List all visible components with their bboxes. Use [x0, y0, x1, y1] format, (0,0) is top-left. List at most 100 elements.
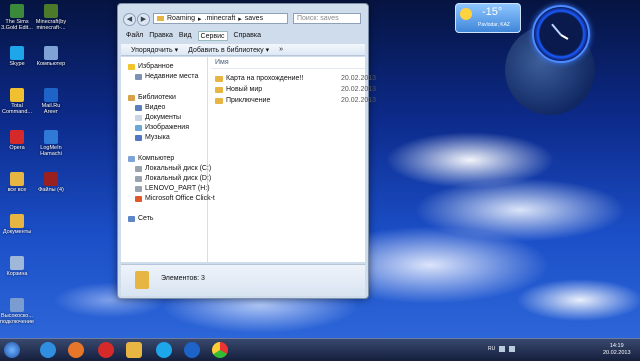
nav-office[interactable]: Microsoft Office Click-t [135, 195, 215, 202]
column-header-name[interactable]: Имя [211, 59, 365, 69]
nav-libraries[interactable]: Библиотеки [128, 94, 176, 101]
desktop-shortcut-label: Корзина [6, 271, 28, 277]
menu-tools[interactable]: Сервис [197, 31, 228, 41]
desktop-shortcut[interactable]: Высокоско... подключение [0, 298, 34, 325]
weather-gadget[interactable]: -15° Pavlodar, KAZ [455, 3, 521, 33]
organize-button[interactable]: Упорядочить ▾ [131, 46, 178, 54]
clock-hand-icon [560, 34, 569, 40]
menu-bar: Файл Правка Вид Сервис Справка [121, 31, 370, 41]
desktop-shortcut-label: LogMeIn Hamachi [40, 145, 62, 157]
desktop-shortcut-label: Opera [9, 145, 25, 151]
desktop-shortcut[interactable]: Total Command... [0, 88, 34, 115]
volume-tray-icon[interactable] [509, 346, 516, 352]
folder-icon [215, 75, 223, 82]
nav-disk-d[interactable]: Локальный диск (D:) [135, 175, 211, 182]
desktop-shortcut[interactable]: Компьютер [34, 46, 68, 67]
ie-taskbar-icon[interactable] [40, 342, 56, 358]
desktop-shortcut-label: Skype [9, 61, 25, 67]
media-player-taskbar-icon[interactable] [68, 342, 84, 358]
opera-taskbar-icon[interactable] [98, 342, 114, 358]
desktop-shortcut-label: Высокоско... подключение [0, 313, 34, 325]
office-icon [135, 195, 142, 202]
skype-taskbar-icon[interactable] [156, 342, 172, 358]
clock-gadget[interactable] [532, 5, 590, 63]
desktop-shortcut-label: все все [7, 187, 27, 193]
command-bar: Упорядочить ▾ Добавить в библиотеку ▾ » [121, 44, 365, 56]
video-icon [135, 104, 142, 111]
chrome-taskbar-icon[interactable] [212, 342, 228, 358]
images-icon [135, 124, 142, 131]
desktop-shortcut-label: Документы [2, 229, 32, 235]
mailru-taskbar-icon[interactable] [184, 342, 200, 358]
nav-images[interactable]: Изображения [135, 124, 189, 131]
navigation-pane: Избранное Недавние места Библиотеки Виде… [121, 57, 215, 262]
desktop-shortcut[interactable]: Opera [0, 130, 34, 151]
path-breadcrumb[interactable]: Roaming ▸ .minecraft ▸ saves [153, 13, 288, 24]
library-icon [128, 94, 135, 101]
desktop-shortcut[interactable]: Skype [0, 46, 34, 67]
breadcrumb-item[interactable]: Roaming [167, 15, 195, 22]
add-to-library-button[interactable]: Добавить в библиотеку ▾ [188, 46, 269, 54]
desktop-shortcut-label: Total Command... [2, 103, 32, 115]
opera-icon [10, 130, 24, 144]
desktop-shortcut[interactable]: Mail.Ru Агент [34, 88, 68, 115]
language-indicator[interactable]: RU [488, 346, 495, 352]
desktop-shortcut[interactable]: все все [0, 172, 34, 193]
hamachi-icon [44, 130, 58, 144]
file-list: Имя Карта на прохождение!! 20.02.2013 Но… [211, 57, 376, 262]
taskbar-clock[interactable]: 14:19 20.02.2013 [603, 343, 631, 357]
window-content: Избранное Недавние места Библиотеки Виде… [121, 57, 376, 262]
desktop-shortcut-label: Minecraft(by minecraft-... [35, 19, 67, 31]
documents-icon [135, 114, 142, 121]
menu-file[interactable]: Файл [126, 31, 143, 41]
menu-view[interactable]: Вид [179, 31, 192, 41]
star-icon [128, 63, 135, 70]
search-input[interactable]: Поиск: saves [293, 13, 361, 24]
explorer-window[interactable]: ◀ ▶ Roaming ▸ .minecraft ▸ saves Поиск: … [117, 3, 376, 299]
nav-network[interactable]: Сеть [128, 215, 154, 222]
network-icon [10, 298, 24, 312]
breadcrumb-item[interactable]: saves [245, 15, 263, 22]
nav-favorites[interactable]: Избранное [128, 63, 173, 70]
disk-icon [135, 165, 142, 172]
disk-icon [135, 185, 142, 192]
total-commander-icon [10, 88, 24, 102]
network-tray-icon[interactable] [499, 346, 506, 352]
desktop-shortcut[interactable]: Minecraft(by minecraft-... [34, 4, 68, 31]
desktop-shortcut-label: Mail.Ru Агент [41, 103, 61, 115]
files-icon [44, 172, 58, 186]
nav-computer[interactable]: Компьютер [128, 155, 174, 162]
minecraft-icon [44, 4, 58, 18]
breadcrumb-item[interactable]: .minecraft [205, 15, 236, 22]
nav-video[interactable]: Видео [135, 104, 165, 111]
desktop-shortcut[interactable]: Корзина [0, 256, 34, 277]
item-count: Элементов: 3 [161, 275, 205, 282]
desktop-shortcut[interactable]: LogMeIn Hamachi [34, 130, 68, 157]
folder-icon [135, 271, 149, 289]
file-row[interactable]: Новый мир [215, 86, 262, 93]
weather-sun-icon [460, 8, 472, 20]
desktop-shortcut-label: The Sims 3.Gold Edit... [1, 19, 33, 31]
weather-temperature: -15° [482, 6, 503, 18]
desktop-shortcut[interactable]: Файлы (4) [34, 172, 68, 193]
nav-music[interactable]: Музыка [135, 134, 170, 141]
explorer-taskbar-icon[interactable] [126, 342, 142, 358]
nav-recent[interactable]: Недавние места [135, 73, 198, 80]
nav-lenovo[interactable]: LENOVO_PART (H:) [135, 185, 210, 192]
back-button[interactable]: ◀ [123, 13, 136, 26]
file-row[interactable]: Карта на прохождение!! [215, 75, 303, 82]
nav-disk-c[interactable]: Локальный диск (C:) [135, 165, 211, 172]
nav-documents[interactable]: Документы [135, 114, 181, 121]
file-row[interactable]: Приключение [215, 97, 270, 104]
menu-edit[interactable]: Правка [149, 31, 173, 41]
desktop-shortcut[interactable]: The Sims 3.Gold Edit... [0, 4, 34, 31]
start-button[interactable] [4, 342, 20, 358]
menu-help[interactable]: Справка [234, 31, 261, 41]
details-pane: Элементов: 3 [121, 264, 365, 296]
more-button[interactable]: » [279, 46, 283, 53]
desktop-shortcut[interactable]: Документы [0, 214, 34, 235]
recycle-bin-icon [10, 256, 24, 270]
taskbar: RU 14:19 20.02.2013 [0, 338, 640, 361]
forward-button[interactable]: ▶ [137, 13, 150, 26]
file-date: 20.02.2013 [341, 75, 377, 82]
